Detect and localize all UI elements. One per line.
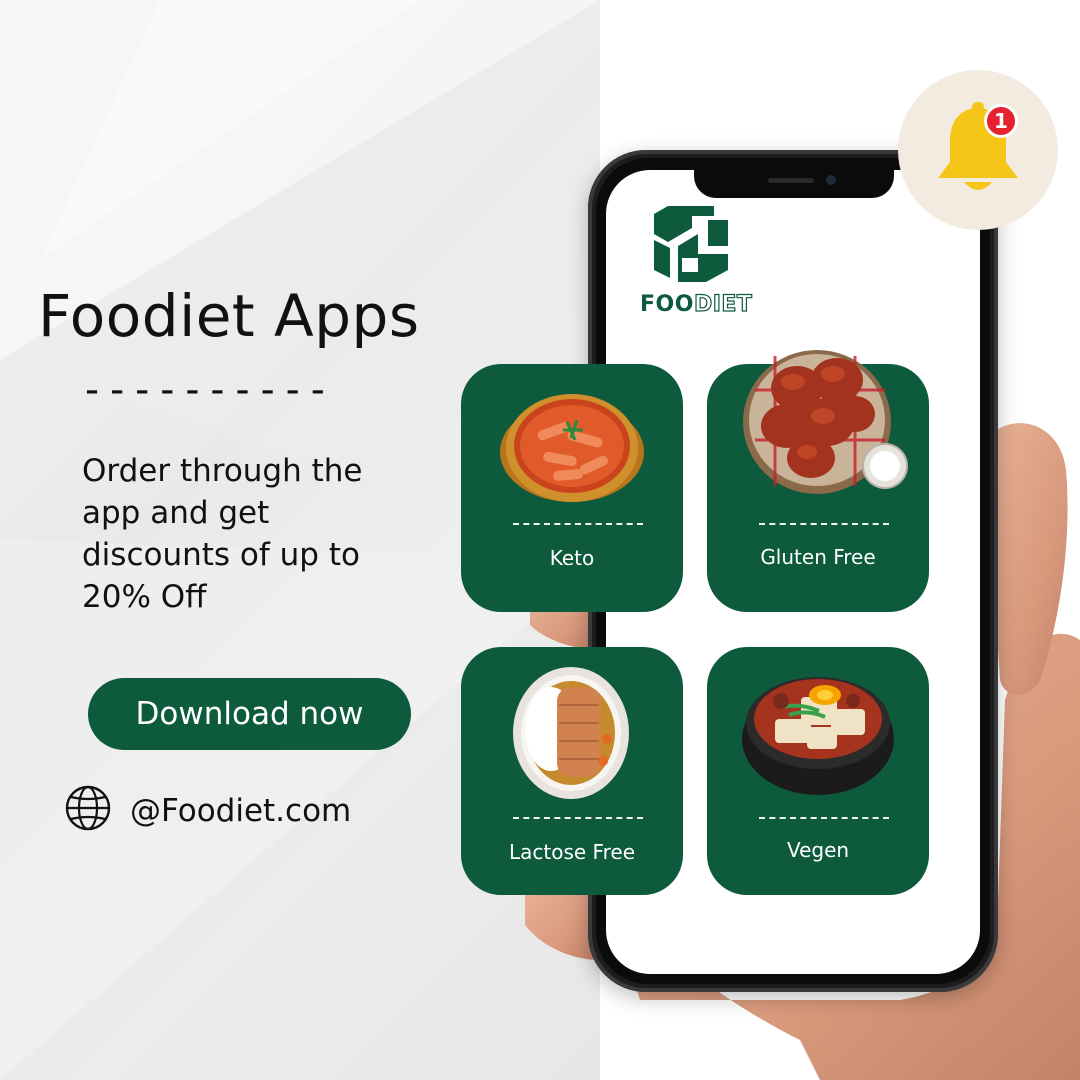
category-label: Gluten Free — [760, 545, 876, 569]
speaker-grille — [768, 178, 814, 183]
brand-name-part2: DIET — [693, 291, 753, 317]
phone-notch — [694, 166, 894, 198]
category-label: Keto — [549, 546, 595, 570]
notification-button[interactable]: 1 — [898, 70, 1058, 230]
foodiet-logo-icon — [648, 206, 734, 282]
category-card-lactose-free[interactable]: Lactose Free — [461, 647, 683, 895]
front-camera — [826, 175, 836, 185]
category-label: Lactose Free — [509, 840, 635, 864]
category-card-keto[interactable]: Keto — [461, 364, 683, 612]
card-divider — [513, 523, 643, 525]
brand-name: FOODIET — [640, 291, 753, 317]
category-label: Vegen — [786, 838, 850, 862]
category-card-vegen[interactable]: Vegen — [707, 647, 929, 895]
card-divider — [759, 523, 889, 525]
brand-name-part1: FOO — [640, 292, 694, 317]
card-divider — [759, 817, 889, 819]
category-card-gluten-free[interactable]: Gluten Free — [707, 350, 929, 612]
card-divider — [513, 817, 643, 819]
notification-badge: 1 — [984, 104, 1018, 138]
